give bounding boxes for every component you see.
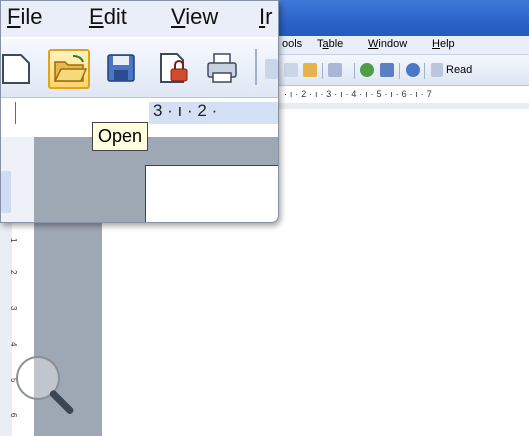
menu-tools-partial[interactable]: ools xyxy=(282,38,302,50)
toolbar-separator xyxy=(399,63,400,79)
menu-help[interactable]: Help xyxy=(432,38,455,50)
read-button-label[interactable]: Read xyxy=(446,64,472,76)
menu-view[interactable]: View xyxy=(171,4,218,30)
vruler-tick: 6 xyxy=(9,413,18,418)
menu-insert-partial[interactable]: Ir xyxy=(259,4,272,30)
ruler-left-edge xyxy=(1,102,16,124)
vruler-tick: 2 xyxy=(9,270,18,275)
toolbar-separator xyxy=(354,63,355,79)
menu-table-post: ble xyxy=(328,38,344,50)
ruler-numbers: · ı · 2 · ı · 3 · ı · 4 · ı · 5 · ı · 6 … xyxy=(284,89,432,99)
save-icon[interactable] xyxy=(105,52,139,86)
menu-window[interactable]: Window xyxy=(368,38,407,50)
menu-view-key: V xyxy=(171,4,186,29)
menu-file-post: ile xyxy=(20,4,43,29)
menu-file-key: F xyxy=(7,4,21,29)
toolbar-separator xyxy=(322,63,323,79)
zoomed-page-corner xyxy=(145,165,278,222)
open-tooltip: Open xyxy=(92,122,149,151)
new-document-icon[interactable] xyxy=(1,51,35,85)
tables-icon[interactable] xyxy=(380,63,394,77)
toolbar-separator xyxy=(424,63,425,79)
magnified-view: File Edit View Ir 3 · ı · 2 · Open xyxy=(0,0,279,223)
vruler-tick: 1 xyxy=(9,238,18,243)
permission-icon[interactable] xyxy=(157,51,191,85)
undo-icon[interactable] xyxy=(328,63,342,77)
help-icon[interactable] xyxy=(406,63,420,77)
toolbar-separator xyxy=(255,49,257,85)
menu-edit-key: E xyxy=(89,4,104,29)
zoomed-toolbar xyxy=(1,39,278,98)
zoomed-ruler-numbers: 3 · ı · 2 · xyxy=(153,101,218,120)
menu-help-post: elp xyxy=(439,38,455,50)
menu-table[interactable]: Table xyxy=(317,38,343,50)
menu-insert-post: r xyxy=(265,4,273,29)
print-icon[interactable] xyxy=(205,51,239,85)
read-icon[interactable] xyxy=(431,63,443,77)
hyperlink-icon[interactable] xyxy=(360,63,374,77)
menu-view-post: iew xyxy=(185,4,219,29)
copy-icon[interactable] xyxy=(284,63,298,77)
zoomed-left-highlight xyxy=(1,171,11,213)
menu-help-key: H xyxy=(432,38,440,50)
menu-edit-post: dit xyxy=(103,4,127,29)
open-folder-icon xyxy=(53,55,87,82)
vruler-tick: 4 xyxy=(9,342,18,347)
paste-icon[interactable] xyxy=(303,63,317,77)
zoomed-menu-bar: File Edit View Ir xyxy=(1,1,278,37)
menu-file[interactable]: File xyxy=(7,4,42,30)
copy-icon-partial[interactable] xyxy=(265,59,278,79)
open-button[interactable] xyxy=(48,49,90,89)
menu-window-post: indow xyxy=(378,38,408,50)
menu-window-key: W xyxy=(368,38,379,50)
magnifier-icon[interactable] xyxy=(16,356,75,416)
vruler-tick: 3 xyxy=(9,306,18,311)
menu-edit[interactable]: Edit xyxy=(89,4,127,30)
